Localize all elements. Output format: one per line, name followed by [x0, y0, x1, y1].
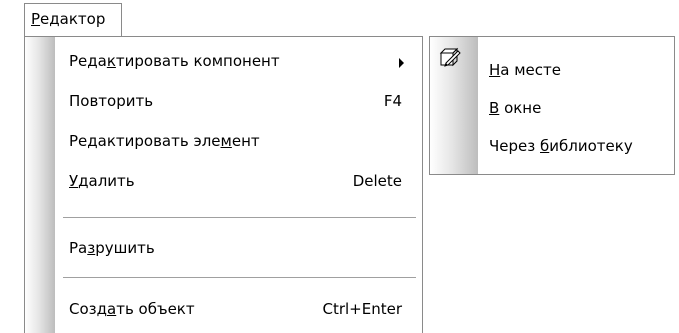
submenu-item-in-place[interactable]: На месте: [489, 53, 664, 87]
menu-item-shortcut: Ctrl+Enter: [322, 300, 402, 318]
menu-item-edit-component[interactable]: Редактировать компонент: [69, 44, 412, 78]
menu-item-label: Создать объект: [69, 300, 195, 318]
menu-item-delete[interactable]: Удалить Delete: [69, 164, 412, 198]
menu-item-label: Разрушить: [69, 239, 155, 257]
menu-item-shortcut: F4: [383, 92, 402, 110]
menu-separator: [63, 217, 416, 219]
editor-dropdown-menu: Редактировать компонент Повторить F4 Ред…: [24, 36, 423, 333]
menu-separator: [63, 277, 416, 279]
submenu-arrow-icon: [399, 58, 404, 68]
menu-item-destroy[interactable]: Разрушить: [69, 231, 412, 265]
edit-component-submenu: На месте В окне Через библиотеку: [429, 36, 675, 175]
menu-item-shortcut: Delete: [352, 172, 402, 190]
submenu-item-via-library[interactable]: Через библиотеку: [489, 129, 664, 163]
menu-item-edit-element[interactable]: Редактировать элемент: [69, 124, 412, 158]
menu-editor-label: Редактор: [31, 10, 106, 28]
menu-item-label: Удалить: [69, 172, 135, 190]
submenu-item-in-window[interactable]: В окне: [489, 91, 664, 125]
submenu-item-label: На месте: [489, 61, 561, 79]
menu-item-label: Редактировать элемент: [69, 132, 260, 150]
menu-item-repeat[interactable]: Повторить F4: [69, 84, 412, 118]
submenu-item-label: В окне: [489, 99, 542, 117]
menu-item-label: Редактировать компонент: [69, 52, 280, 70]
edit-in-place-icon: [439, 47, 461, 67]
menu-item-label: Повторить: [69, 92, 154, 110]
menu-gutter: [25, 37, 55, 333]
menu-item-create-object[interactable]: Создать объект Ctrl+Enter: [69, 292, 412, 326]
submenu-item-label: Через библиотеку: [489, 137, 633, 155]
menu-editor[interactable]: Редактор: [24, 3, 122, 36]
